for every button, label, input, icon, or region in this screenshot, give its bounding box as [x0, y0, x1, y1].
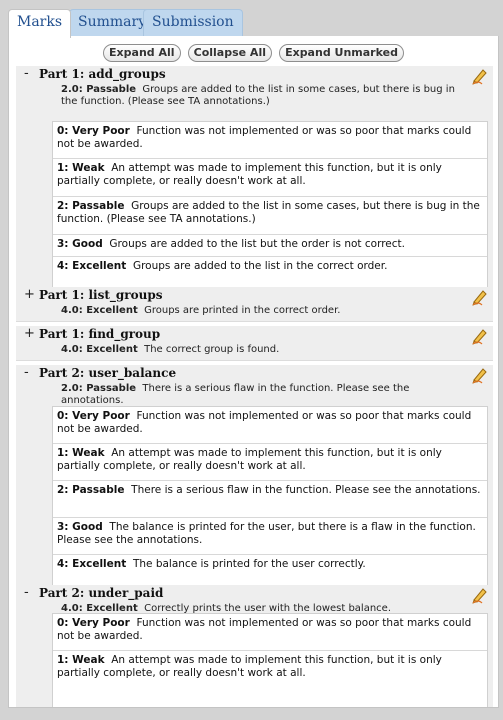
expand-toggle[interactable]: +: [24, 288, 35, 302]
pencil-icon[interactable]: [471, 586, 489, 604]
level-desc: An attempt was made to implement this fu…: [57, 447, 442, 472]
level-name: 0: Very Poor: [57, 410, 130, 422]
criterion-add-groups: - Part 1: add_groups 2.0: Passable Group…: [16, 66, 493, 316]
pencil-icon[interactable]: [471, 366, 489, 384]
selected-level-desc: The correct group is found.: [144, 344, 280, 355]
level-option[interactable]: 0: Very Poor Function was not implemente…: [53, 122, 487, 159]
expand-unmarked-button[interactable]: Expand Unmarked: [279, 44, 404, 62]
criterion-header[interactable]: - Part 2: under_paid: [16, 585, 493, 604]
selected-level: 2.0: Passable There is a serious flaw in…: [61, 383, 461, 407]
selected-level: 4.0: Excellent Groups are printed in the…: [61, 305, 461, 317]
criterion-title: Part 1: add_groups: [39, 67, 166, 81]
level-name: 1: Weak: [57, 162, 105, 174]
criterion-header[interactable]: + Part 1: find_group: [16, 326, 493, 345]
level-name: 4: Excellent: [57, 260, 127, 272]
level-option[interactable]: 1: Weak An attempt was made to implement…: [53, 651, 487, 688]
level-option[interactable]: 2: Passable Groups are added to the list…: [53, 197, 487, 235]
criterion-header[interactable]: - Part 1: add_groups: [16, 66, 493, 85]
level-option[interactable]: 3: Good Groups are added to the list but…: [53, 235, 487, 257]
level-name: 3: Good: [57, 238, 103, 250]
criterion-title: Part 2: under_paid: [39, 586, 164, 600]
level-desc: There is a serious flaw in the function.…: [131, 484, 481, 496]
criterion-under-paid: - Part 2: under_paid 4.0: Excellent Corr…: [16, 585, 493, 707]
selected-level-desc: Groups are printed in the correct order.: [144, 305, 341, 316]
expand-controls: Expand All Collapse All Expand Unmarked: [9, 41, 498, 62]
level-name: 0: Very Poor: [57, 617, 130, 629]
level-name: 1: Weak: [57, 654, 105, 666]
criterion-user-balance: - Part 2: user_balance 2.0: Passable The…: [16, 365, 493, 615]
level-desc: The balance is printed for the user, but…: [57, 521, 476, 546]
collapse-toggle[interactable]: -: [24, 67, 34, 81]
level-list: 0: Very Poor Function was not implemente…: [52, 406, 488, 606]
level-name: 4: Excellent: [57, 558, 127, 570]
selected-level-name: 4.0: Excellent: [61, 344, 138, 355]
criterion-header[interactable]: - Part 2: user_balance: [16, 365, 493, 384]
selected-level-name: 2.0: Passable: [61, 383, 137, 394]
marks-panel: Expand All Collapse All Expand Unmarked …: [8, 36, 499, 708]
tab-marks[interactable]: Marks: [8, 9, 72, 38]
criterion-title: Part 2: user_balance: [39, 366, 177, 380]
level-desc: Groups are added to the list but the ord…: [109, 238, 405, 250]
pencil-icon[interactable]: [471, 67, 489, 85]
tab-submission-rule[interactable]: Submission Rule: [143, 9, 243, 55]
selected-level-name: 2.0: Passable: [61, 84, 137, 95]
selected-level-name: 4.0: Excellent: [61, 305, 138, 316]
level-option[interactable]: 4: Excellent The balance is printed for …: [53, 555, 487, 578]
criterion-title: Part 1: list_groups: [39, 288, 163, 302]
level-option[interactable]: 2: Passable There is a serious flaw in t…: [53, 481, 487, 518]
level-name: 1: Weak: [57, 447, 105, 459]
level-name: 3: Good: [57, 521, 103, 533]
level-list: 0: Very Poor Function was not implemente…: [52, 121, 488, 306]
criterion-find-group: + Part 1: find_group 4.0: Excellent The …: [16, 326, 493, 361]
level-option[interactable]: 3: Good The balance is printed for the u…: [53, 518, 487, 555]
pencil-icon[interactable]: [471, 327, 489, 345]
level-option[interactable]: 1: Weak An attempt was made to implement…: [53, 159, 487, 197]
selected-level: 4.0: Excellent The correct group is foun…: [61, 344, 461, 356]
level-option[interactable]: 0: Very Poor Function was not implemente…: [53, 614, 487, 651]
collapse-toggle[interactable]: -: [24, 586, 34, 600]
level-option[interactable]: 0: Very Poor Function was not implemente…: [53, 407, 487, 444]
level-desc: An attempt was made to implement this fu…: [57, 162, 442, 187]
level-name: 0: Very Poor: [57, 125, 130, 137]
criterion-header[interactable]: + Part 1: list_groups: [16, 287, 493, 306]
collapse-toggle[interactable]: -: [24, 366, 34, 380]
level-name: 2: Passable: [57, 484, 125, 496]
criterion-list-groups: + Part 1: list_groups 4.0: Excellent Gro…: [16, 287, 493, 322]
level-desc: The balance is printed for the user corr…: [132, 558, 366, 570]
level-desc: Groups are added to the list in the corr…: [132, 260, 388, 272]
expand-toggle[interactable]: +: [24, 327, 35, 341]
expand-all-button[interactable]: Expand All: [103, 44, 181, 62]
collapse-all-button[interactable]: Collapse All: [187, 44, 272, 62]
selected-level: 2.0: Passable Groups are added to the li…: [61, 84, 461, 108]
level-desc: An attempt was made to implement this fu…: [57, 654, 442, 679]
level-option[interactable]: 4: Excellent Groups are added to the lis…: [53, 257, 487, 280]
pencil-icon[interactable]: [471, 288, 489, 306]
level-name: 2: Passable: [57, 200, 125, 212]
level-list: 0: Very Poor Function was not implemente…: [52, 613, 488, 707]
level-option[interactable]: 1: Weak An attempt was made to implement…: [53, 444, 487, 481]
criterion-title: Part 1: find_group: [39, 327, 161, 341]
